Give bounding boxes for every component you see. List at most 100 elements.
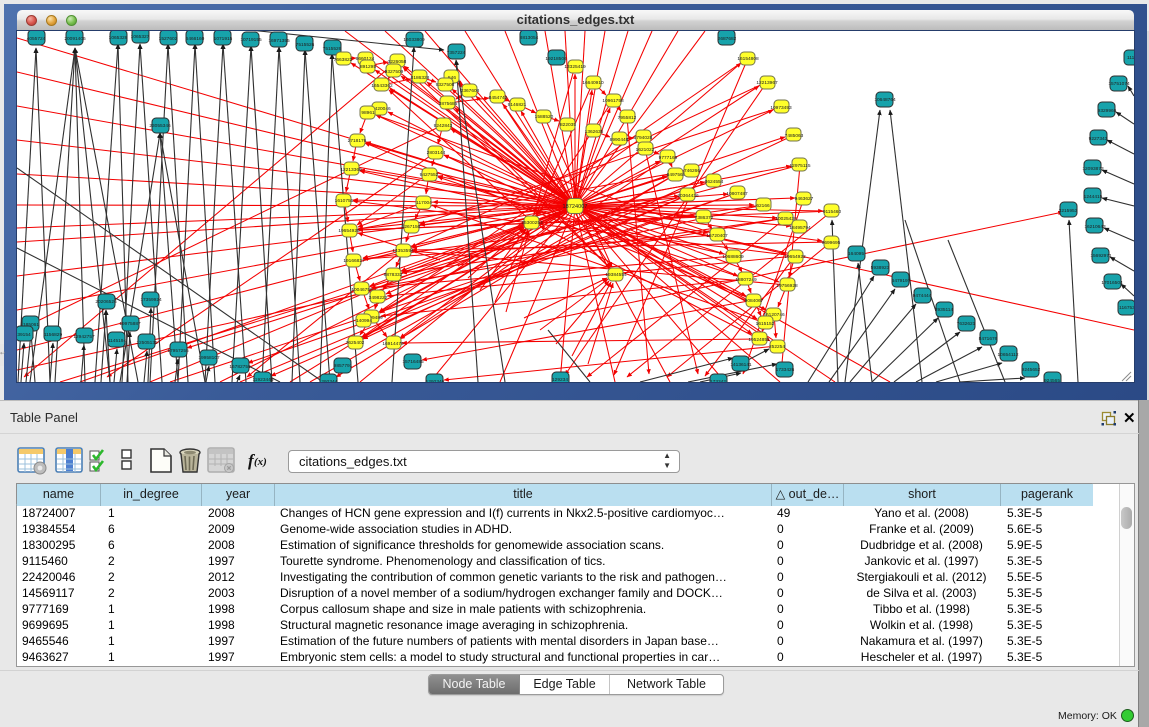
svg-text:7625402: 7625402: [346, 340, 365, 346]
svg-text:8813054: 8813054: [520, 35, 539, 41]
svg-text:10648764: 10648764: [874, 97, 896, 103]
svg-text:9245652: 9245652: [1022, 367, 1041, 373]
svg-text:5938923: 5938923: [871, 265, 890, 271]
svg-text:10719155: 10719155: [240, 37, 262, 43]
svg-text:3498222: 3498222: [369, 295, 388, 301]
svg-text:98961: 98961: [361, 110, 375, 116]
svg-text:6466160: 6466160: [186, 36, 205, 42]
svg-text:13325419: 13325419: [564, 64, 586, 70]
svg-text:12093873: 12093873: [1082, 166, 1104, 172]
svg-text:12942757: 12942757: [73, 334, 95, 340]
svg-text:3215953: 3215953: [1059, 208, 1078, 214]
svg-text:2718176: 2718176: [348, 138, 367, 144]
svg-text:17957255: 17957255: [167, 348, 189, 354]
svg-text:8878332: 8878332: [384, 272, 403, 278]
svg-text:15716485: 15716485: [402, 359, 424, 365]
svg-text:8471676: 8471676: [979, 336, 998, 342]
svg-text:20364436: 20364436: [677, 193, 699, 199]
svg-text:1610755: 1610755: [335, 198, 354, 204]
svg-text:746266: 746266: [684, 168, 700, 174]
svg-text:16210643: 16210643: [1084, 224, 1106, 230]
svg-text:19166827: 19166827: [343, 258, 365, 264]
svg-text:19218506: 19218506: [545, 56, 567, 62]
svg-text:10961758: 10961758: [602, 98, 624, 104]
svg-text:1292346: 1292346: [426, 379, 445, 382]
svg-text:4055724: 4055724: [27, 36, 46, 42]
svg-text:173342: 173342: [710, 379, 726, 382]
svg-text:16640910: 16640910: [582, 80, 604, 86]
svg-text:6479197: 6479197: [892, 278, 911, 284]
svg-text:10046756: 10046756: [351, 287, 373, 293]
svg-text:15720407: 15720407: [706, 233, 728, 239]
svg-text:19524851: 19524851: [748, 337, 770, 343]
svg-text:20206526: 20206526: [95, 299, 117, 305]
svg-text:9115460: 9115460: [823, 209, 842, 215]
svg-text:23055346: 23055346: [149, 123, 171, 129]
svg-text:1145194: 1145194: [108, 338, 127, 344]
svg-text:18724007: 18724007: [563, 204, 588, 210]
svg-text:9329966: 9329966: [1098, 108, 1117, 114]
svg-text:7632621: 7632621: [957, 321, 976, 327]
svg-text:9777169: 9777169: [659, 155, 678, 161]
svg-text:10654112: 10654112: [998, 352, 1019, 358]
svg-text:12213369: 12213369: [340, 167, 362, 173]
svg-text:39154: 39154: [17, 332, 31, 338]
svg-text:7386372: 7386372: [695, 215, 714, 221]
svg-text:19958107: 19958107: [198, 355, 220, 361]
svg-text:1065328: 1065328: [109, 35, 128, 41]
svg-text:7515526: 7515526: [296, 42, 315, 48]
svg-text:8186328: 8186328: [411, 75, 430, 81]
svg-text:1244415: 1244415: [1084, 194, 1103, 200]
svg-text:10688609: 10688609: [722, 254, 744, 260]
svg-text:19384554: 19384554: [605, 272, 627, 278]
svg-text:20091406: 20091406: [64, 36, 86, 42]
svg-text:18495794: 18495794: [789, 225, 811, 231]
svg-text:16154808: 16154808: [737, 56, 759, 62]
svg-text:1588520: 1588520: [535, 114, 554, 120]
svg-text:6497568: 6497568: [667, 172, 686, 178]
svg-text:9227343: 9227343: [1089, 136, 1108, 142]
svg-text:10807487: 10807487: [726, 191, 748, 197]
svg-text:16971355: 16971355: [268, 38, 290, 44]
svg-text:7663822: 7663822: [334, 57, 353, 63]
svg-text:10973493: 10973493: [770, 105, 792, 111]
svg-text:1621022: 1621022: [636, 147, 655, 153]
svg-text:1362635: 1362635: [585, 129, 604, 135]
svg-text:6794028: 6794028: [634, 135, 653, 141]
svg-text:1071915: 1071915: [214, 36, 233, 42]
svg-text:9242843: 9242843: [434, 123, 453, 129]
svg-text:891295: 891295: [360, 64, 376, 70]
svg-text:9146821: 9146821: [508, 102, 527, 108]
svg-text:15751074: 15751074: [1108, 81, 1130, 87]
svg-text:9463627: 9463627: [795, 196, 814, 202]
svg-text:16782759: 16782759: [229, 364, 251, 370]
svg-text:19654923: 19654923: [784, 254, 806, 260]
svg-text:1733426: 1733426: [776, 367, 795, 373]
svg-text:2935114: 2935114: [935, 307, 954, 313]
svg-text:11923448: 11923448: [253, 377, 274, 382]
svg-text:16543362: 16543362: [371, 83, 393, 89]
svg-text:7357224: 7357224: [447, 50, 466, 56]
svg-text:117004: 117004: [416, 200, 432, 206]
svg-text:9327508: 9327508: [436, 82, 455, 88]
svg-text:140994: 140994: [356, 318, 372, 324]
svg-text:12213967: 12213967: [756, 80, 778, 86]
svg-text:19756928: 19756928: [776, 283, 798, 289]
svg-text:19654925: 19654925: [338, 228, 360, 234]
svg-text:19975887: 19975887: [119, 321, 141, 327]
svg-text:822035: 822035: [560, 122, 576, 128]
svg-text:12505135: 12505135: [136, 340, 158, 346]
svg-text:9427552: 9427552: [420, 172, 439, 178]
svg-text:62166: 62166: [756, 203, 770, 209]
svg-text:15692971: 15692971: [1090, 253, 1112, 259]
svg-text:7485063: 7485063: [785, 133, 804, 139]
svg-text:2687682: 2687682: [718, 36, 737, 42]
svg-text:3875685: 3875685: [439, 101, 458, 107]
svg-text:12975115: 12975115: [790, 163, 811, 169]
svg-text:9474444: 9474444: [913, 293, 932, 299]
svg-text:18807249: 18807249: [735, 277, 757, 283]
svg-text:14353594: 14353594: [392, 248, 414, 254]
svg-text:17016504: 17016504: [1101, 280, 1123, 286]
svg-text:16033809: 16033809: [403, 37, 425, 43]
svg-text:16914479: 16914479: [382, 341, 404, 347]
